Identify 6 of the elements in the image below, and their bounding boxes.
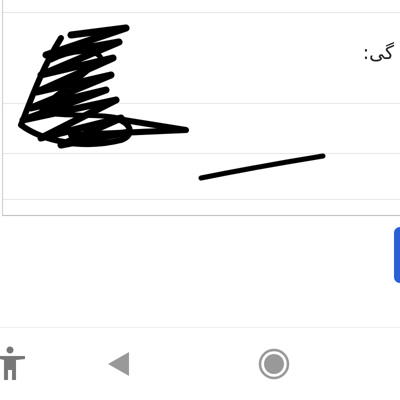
signature-pad[interactable]: گی: [2,0,400,216]
back-icon[interactable] [108,352,130,376]
submit-button[interactable] [394,227,400,283]
field-label: گی: [362,42,394,64]
accessibility-icon[interactable] [0,346,26,382]
home-icon[interactable] [258,348,290,380]
